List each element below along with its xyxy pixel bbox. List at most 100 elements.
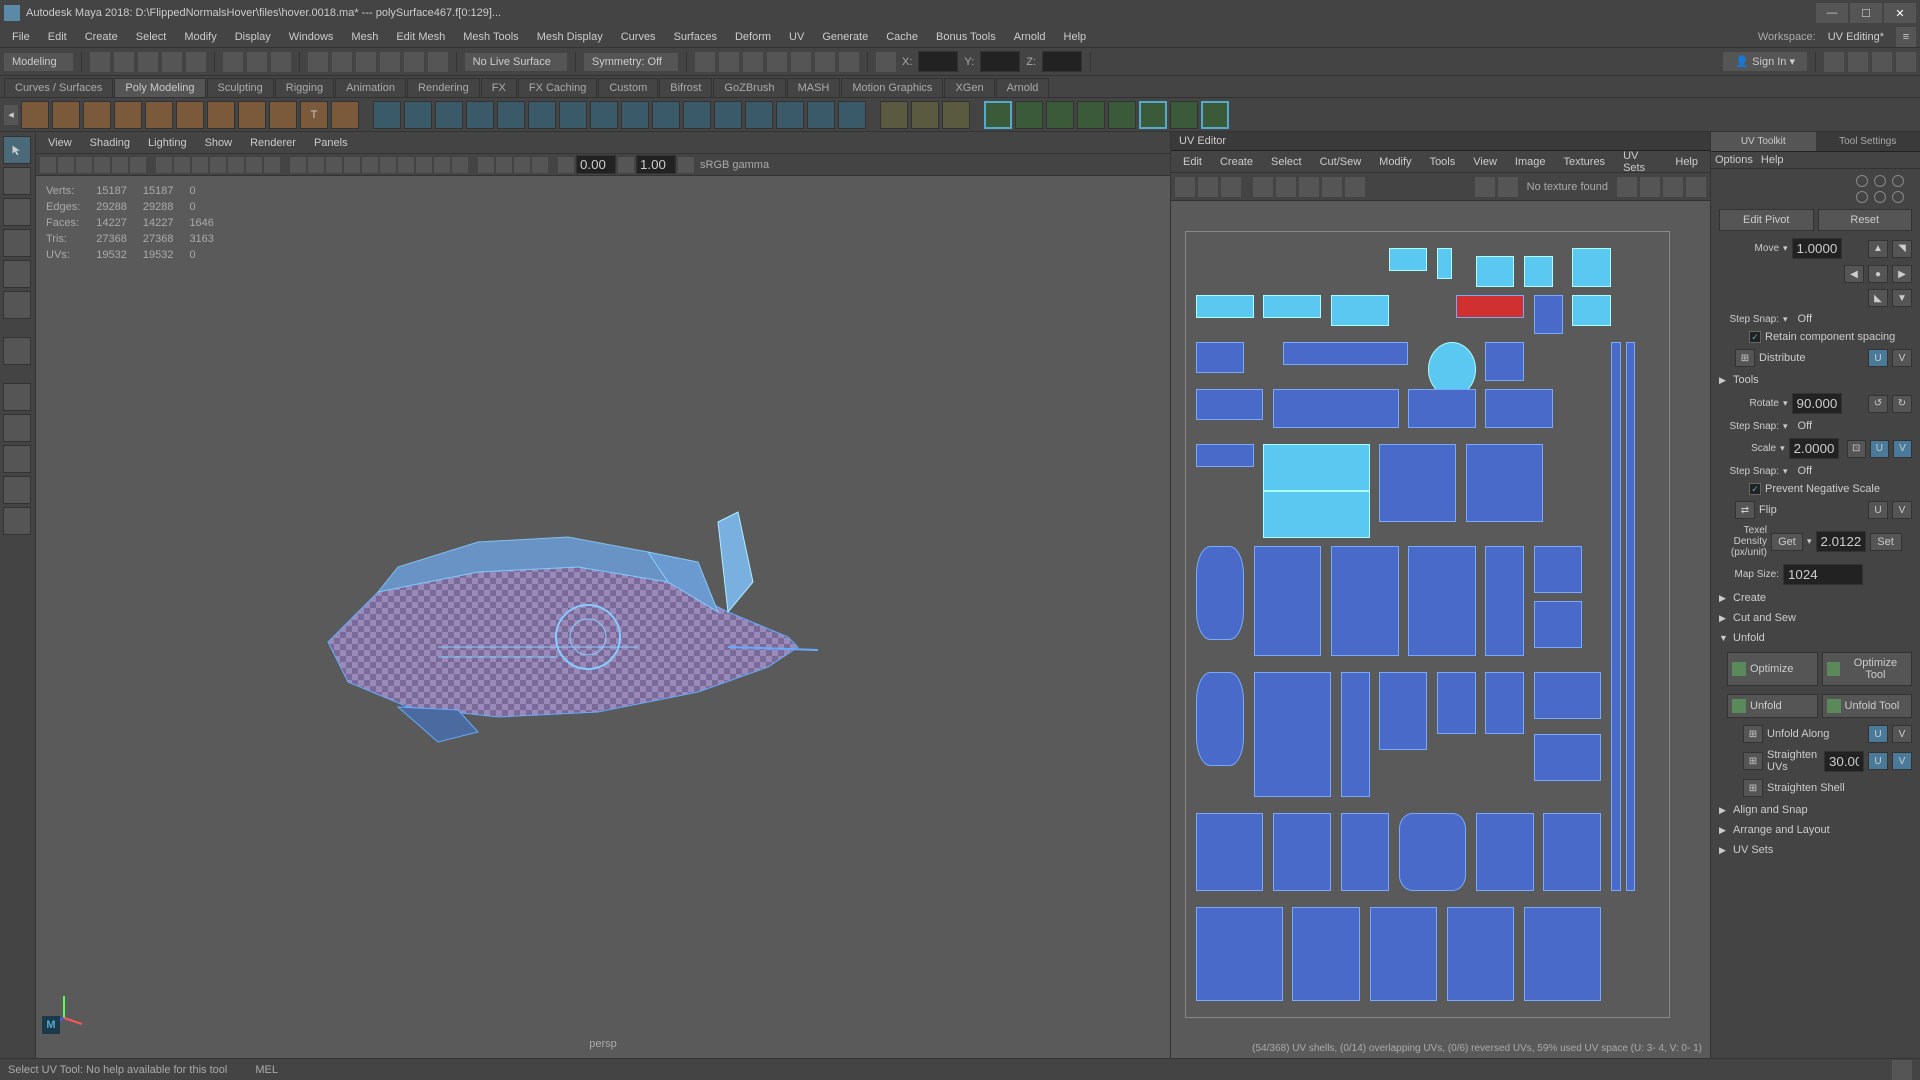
toggle-attribute-editor-icon[interactable] bbox=[1896, 52, 1916, 72]
move-down-icon[interactable]: ▼ bbox=[1892, 289, 1912, 307]
texel-get-button[interactable]: Get bbox=[1771, 533, 1803, 551]
rotate-cw-icon[interactable]: ↻ bbox=[1892, 395, 1912, 413]
vp-resolution-gate-icon[interactable] bbox=[192, 157, 208, 173]
paint-select-tool-icon[interactable] bbox=[3, 198, 31, 226]
uv-menu-view[interactable]: View bbox=[1465, 154, 1505, 170]
uv-contour-icon[interactable] bbox=[1108, 101, 1136, 129]
four-pane-icon[interactable] bbox=[3, 414, 31, 442]
render-view-icon[interactable] bbox=[743, 52, 763, 72]
menu-set-dropdown[interactable]: Modeling bbox=[4, 53, 73, 71]
uv-3d-cut-icon[interactable] bbox=[1170, 101, 1198, 129]
move-center-icon[interactable]: ● bbox=[1868, 265, 1888, 283]
uv-baked-icon[interactable] bbox=[1322, 177, 1342, 197]
shelf-toggle-icon[interactable]: ◂ bbox=[4, 105, 18, 125]
menu-mesh-tools[interactable]: Mesh Tools bbox=[455, 29, 526, 45]
two-pane-stack-icon[interactable] bbox=[3, 476, 31, 504]
menu-edit[interactable]: Edit bbox=[40, 29, 75, 45]
menu-modify[interactable]: Modify bbox=[176, 29, 224, 45]
uv-menu-help[interactable]: Help bbox=[1667, 154, 1706, 170]
target-weld-icon[interactable] bbox=[911, 101, 939, 129]
two-pane-side-icon[interactable] bbox=[3, 445, 31, 473]
vp-menu-lighting[interactable]: Lighting bbox=[140, 135, 195, 151]
shelf-tab-fx[interactable]: FX bbox=[481, 78, 517, 97]
uv-toggle-toolkit-icon[interactable] bbox=[1686, 177, 1706, 197]
distribute-v-button[interactable]: V bbox=[1892, 349, 1912, 367]
vp-menu-renderer[interactable]: Renderer bbox=[242, 135, 304, 151]
rotate-tool-icon[interactable] bbox=[3, 260, 31, 288]
bridge-icon[interactable] bbox=[652, 101, 680, 129]
align-snap-section-header[interactable]: ▶Align and Snap bbox=[1715, 800, 1916, 820]
vp-xray-joints-icon[interactable] bbox=[514, 157, 530, 173]
uv-menu-edit[interactable]: Edit bbox=[1175, 154, 1210, 170]
workspace-dropdown[interactable]: UV Editing* bbox=[1820, 29, 1892, 45]
vp-multisample-icon[interactable] bbox=[434, 157, 450, 173]
scale-value-field[interactable] bbox=[1789, 438, 1839, 459]
step-snap-value-2[interactable]: Off bbox=[1792, 420, 1818, 432]
smooth-icon[interactable] bbox=[497, 101, 525, 129]
menu-select[interactable]: Select bbox=[128, 29, 175, 45]
multicut-icon[interactable] bbox=[880, 101, 908, 129]
boolean-intersect-icon[interactable] bbox=[590, 101, 618, 129]
move-value-field[interactable] bbox=[1792, 238, 1842, 259]
snap-live-icon[interactable] bbox=[404, 52, 424, 72]
collapse-icon[interactable] bbox=[776, 101, 804, 129]
poly-superellipse-icon[interactable] bbox=[269, 101, 297, 129]
menu-file[interactable]: File bbox=[4, 29, 38, 45]
move-down-left-icon[interactable]: ◣ bbox=[1868, 289, 1888, 307]
vp-menu-view[interactable]: View bbox=[40, 135, 80, 151]
uv-viewport[interactable]: (54/368) UV shells, (0/14) overlapping U… bbox=[1171, 201, 1710, 1058]
shelf-tab-xgen[interactable]: XGen bbox=[944, 78, 994, 97]
toggle-modeling-toolkit-icon[interactable] bbox=[1824, 52, 1844, 72]
texel-set-button[interactable]: Set bbox=[1870, 533, 1902, 551]
uv-auto-icon[interactable] bbox=[1077, 101, 1105, 129]
uv-grid-icon[interactable] bbox=[1253, 177, 1273, 197]
move-up-icon[interactable]: ▲ bbox=[1868, 240, 1888, 258]
shelf-tab-custom[interactable]: Custom bbox=[598, 78, 658, 97]
vp-ao-icon[interactable] bbox=[398, 157, 414, 173]
vp-exposure-icon[interactable] bbox=[558, 157, 574, 173]
uv-planar-icon[interactable] bbox=[984, 101, 1012, 129]
step-snap-value-3[interactable]: Off bbox=[1792, 465, 1818, 477]
z-field[interactable] bbox=[1042, 51, 1082, 72]
symmetry-dropdown[interactable]: Symmetry: Off bbox=[584, 53, 678, 71]
poly-torus-icon[interactable] bbox=[145, 101, 173, 129]
uv-checker-toggle-icon[interactable] bbox=[1498, 177, 1518, 197]
prevent-negative-checkbox[interactable]: ✓ bbox=[1749, 483, 1761, 495]
texel-value-field[interactable] bbox=[1816, 531, 1866, 552]
unfold-along-u-button[interactable]: U bbox=[1868, 725, 1888, 743]
optimize-button[interactable]: Optimize bbox=[1727, 652, 1818, 686]
optimize-tool-button[interactable]: Optimize Tool bbox=[1822, 652, 1913, 686]
snap-curve-icon[interactable] bbox=[332, 52, 352, 72]
vp-2d-pan-icon[interactable] bbox=[112, 157, 128, 173]
minimize-button[interactable]: — bbox=[1816, 3, 1848, 23]
shelf-tab-rigging[interactable]: Rigging bbox=[275, 78, 334, 97]
svg-icon[interactable] bbox=[331, 101, 359, 129]
cutsew-section-header[interactable]: ▶Cut and Sew bbox=[1715, 608, 1916, 628]
vp-bookmark-icon[interactable] bbox=[76, 157, 92, 173]
bevel-icon[interactable] bbox=[683, 101, 711, 129]
shelf-tab-sculpting[interactable]: Sculpting bbox=[207, 78, 274, 97]
snap-plane-icon[interactable] bbox=[380, 52, 400, 72]
vp-shadows-icon[interactable] bbox=[344, 157, 360, 173]
maximize-button[interactable]: ☐ bbox=[1850, 3, 1882, 23]
y-field[interactable] bbox=[980, 51, 1020, 72]
toggle-hypershade-icon[interactable] bbox=[1848, 52, 1868, 72]
scale-uniform-icon[interactable]: ⊡ bbox=[1847, 440, 1866, 458]
fill-hole-icon[interactable] bbox=[714, 101, 742, 129]
unfold-section-header[interactable]: ▼Unfold bbox=[1715, 628, 1916, 648]
toolkit-menu-help[interactable]: Help bbox=[1761, 154, 1784, 166]
panel-layout-icon[interactable] bbox=[876, 52, 896, 72]
move-tool-icon[interactable] bbox=[3, 229, 31, 257]
select-by-component-icon[interactable] bbox=[271, 52, 291, 72]
soft-select-icon[interactable] bbox=[373, 101, 401, 129]
vp-isolate-icon[interactable] bbox=[478, 157, 494, 173]
append-poly-icon[interactable] bbox=[745, 101, 773, 129]
shelf-tab-animation[interactable]: Animation bbox=[335, 78, 406, 97]
tools-section-header[interactable]: ▶ Tools bbox=[1715, 370, 1916, 390]
new-scene-icon[interactable] bbox=[90, 52, 110, 72]
uv-snapshot-icon[interactable] bbox=[1175, 177, 1195, 197]
vp-menu-show[interactable]: Show bbox=[197, 135, 241, 151]
workspace-menu-icon[interactable]: ≡ bbox=[1896, 27, 1916, 47]
distribute-icon[interactable]: ⊞ bbox=[1735, 349, 1755, 367]
uv-menu-create[interactable]: Create bbox=[1212, 154, 1261, 170]
